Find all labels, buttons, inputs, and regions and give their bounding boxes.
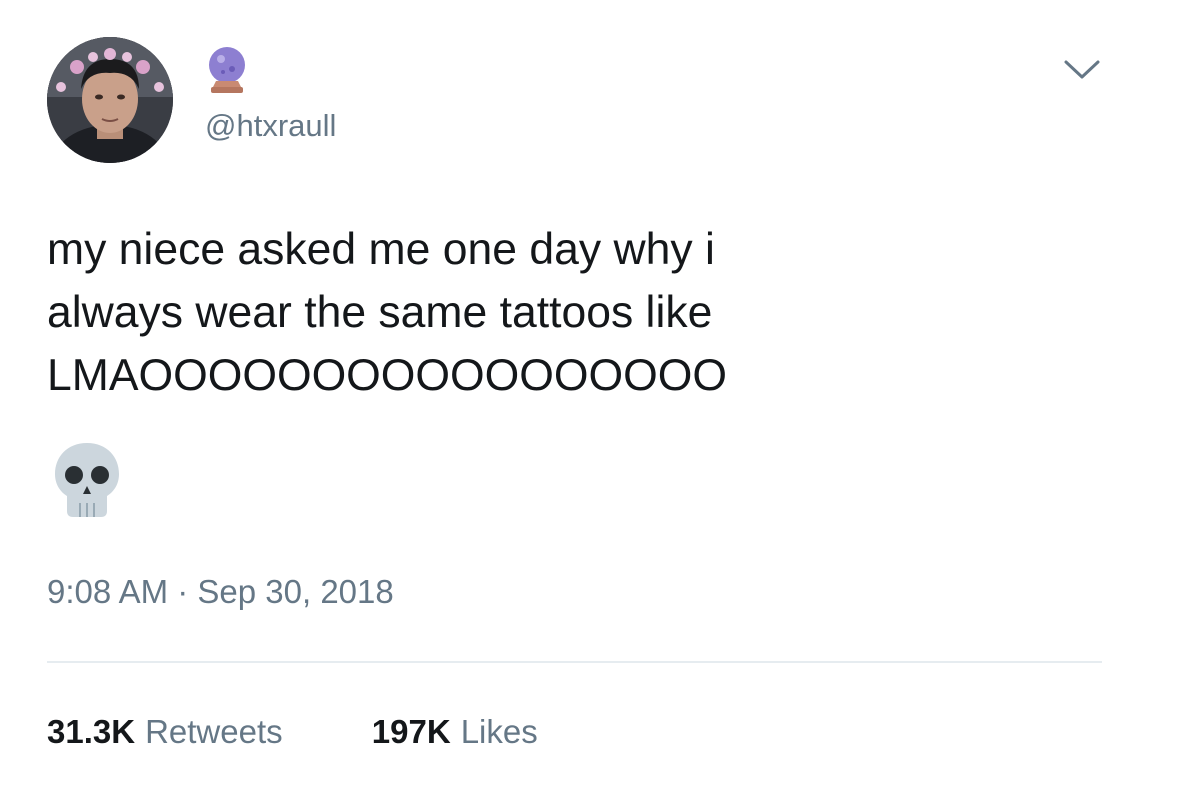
tweet-stats: 31.3K Retweets 197K Likes bbox=[47, 715, 618, 748]
tweet-text-line: my niece asked me one day why i bbox=[47, 225, 715, 274]
avatar[interactable] bbox=[47, 37, 173, 163]
tweet-timestamp[interactable]: 9:08 AM · Sep 30, 2018 bbox=[47, 575, 394, 608]
likes-label: Likes bbox=[460, 713, 538, 750]
tweet-text: my niece asked me one day why i always w… bbox=[47, 218, 1127, 407]
skull-icon bbox=[52, 441, 122, 519]
retweets-count: 31.3K bbox=[47, 713, 136, 750]
retweets-label: Retweets bbox=[145, 713, 283, 750]
divider bbox=[47, 661, 1102, 663]
chevron-down-icon[interactable] bbox=[1062, 56, 1102, 84]
tweet-card: @htxraull my niece asked me one day why … bbox=[0, 0, 1200, 799]
likes-stat[interactable]: 197K Likes bbox=[372, 715, 538, 748]
tweet-text-line: LMAOOOOOOOOOOOOOOOOO bbox=[47, 351, 727, 400]
retweets-stat[interactable]: 31.3K Retweets bbox=[47, 715, 283, 748]
likes-count: 197K bbox=[371, 713, 451, 750]
tweet-text-line: always wear the same tattoos like bbox=[47, 288, 713, 337]
crystal-ball-icon bbox=[205, 45, 249, 95]
user-handle[interactable]: @htxraull bbox=[205, 110, 336, 141]
